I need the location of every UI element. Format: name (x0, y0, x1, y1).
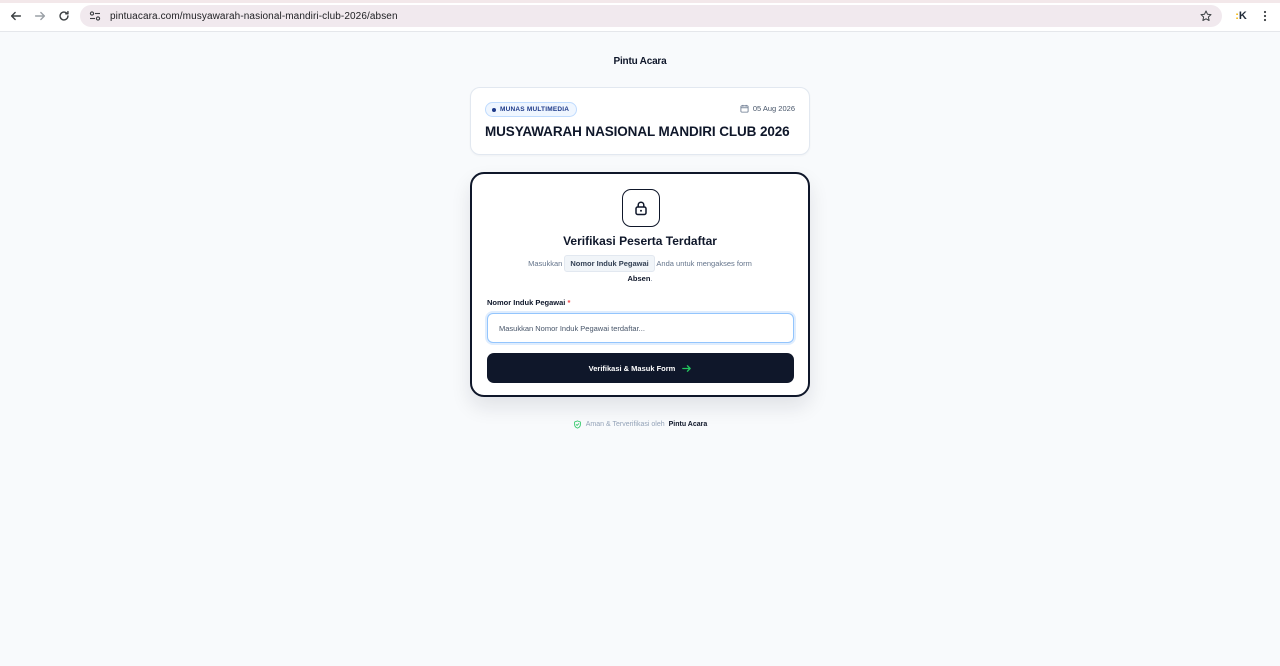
calendar-icon (740, 104, 749, 113)
nip-label-text: Nomor Induk Pegawai (487, 298, 566, 307)
bookmark-star-icon[interactable] (1198, 8, 1214, 24)
verification-description: Masukkan Nomor Induk Pegawai Anda untuk … (492, 255, 788, 285)
nip-chip: Nomor Induk Pegawai (564, 255, 655, 272)
verification-card: Verifikasi Peserta Terdaftar Masukkan No… (470, 172, 810, 397)
shield-check-icon (573, 420, 581, 429)
footer-note-text: Aman & Terverifikasi oleh (585, 421, 665, 428)
desc-end: . (650, 274, 653, 283)
extension-label: K (1238, 10, 1247, 22)
form-name: Absen (627, 274, 651, 283)
event-card: MUNAS MULTIMEDIA 05 Aug 2026 MUSYAWARAH … (470, 87, 810, 155)
event-date-text: 05 Aug 2026 (752, 104, 795, 113)
forward-button[interactable] (28, 4, 52, 28)
badge-dot-icon (492, 107, 496, 112)
submit-label: Verifikasi & Masuk Form (588, 363, 676, 373)
brand-logo: Pintu Acara (613, 56, 667, 67)
browser-menu-icon[interactable] (1258, 8, 1272, 24)
arrow-right-icon (34, 11, 46, 21)
nip-input[interactable] (487, 313, 794, 343)
lock-icon (635, 201, 647, 216)
nip-field-label: Nomor Induk Pegawai * (487, 298, 570, 307)
badge-label: MUNAS MULTIMEDIA (500, 106, 570, 113)
site-settings-icon[interactable] (88, 9, 102, 23)
footer-brand: Pintu Acara (668, 421, 708, 428)
desc-middle: Anda untuk mengakses form (656, 259, 752, 268)
browser-toolbar: pintuacara.com/musyawarah-nasional-mandi… (0, 0, 1280, 32)
event-title: MUSYAWARAH NASIONAL MANDIRI CLUB 2026 (485, 124, 790, 139)
extension-icon[interactable]: :K (1233, 8, 1249, 24)
address-bar[interactable]: pintuacara.com/musyawarah-nasional-mandi… (80, 5, 1222, 27)
event-category-badge: MUNAS MULTIMEDIA (485, 102, 578, 117)
lock-badge (622, 189, 660, 227)
tab-strip-edge (0, 0, 1280, 3)
security-footer: Aman & Terverifikasi oleh Pintu Acara (0, 420, 1280, 429)
required-mark: * (567, 298, 571, 307)
reload-icon (59, 10, 69, 21)
verify-submit-button[interactable]: Verifikasi & Masuk Form (487, 353, 794, 383)
url-text[interactable]: pintuacara.com/musyawarah-nasional-mandi… (110, 11, 398, 22)
desc-prefix: Masukkan (528, 259, 563, 268)
verification-title: Verifikasi Peserta Terdaftar (563, 234, 717, 248)
arrow-left-icon (10, 11, 22, 21)
arrow-right-icon (682, 364, 692, 372)
reload-button[interactable] (52, 4, 76, 28)
event-date: 05 Aug 2026 (740, 104, 795, 113)
back-button[interactable] (4, 4, 28, 28)
